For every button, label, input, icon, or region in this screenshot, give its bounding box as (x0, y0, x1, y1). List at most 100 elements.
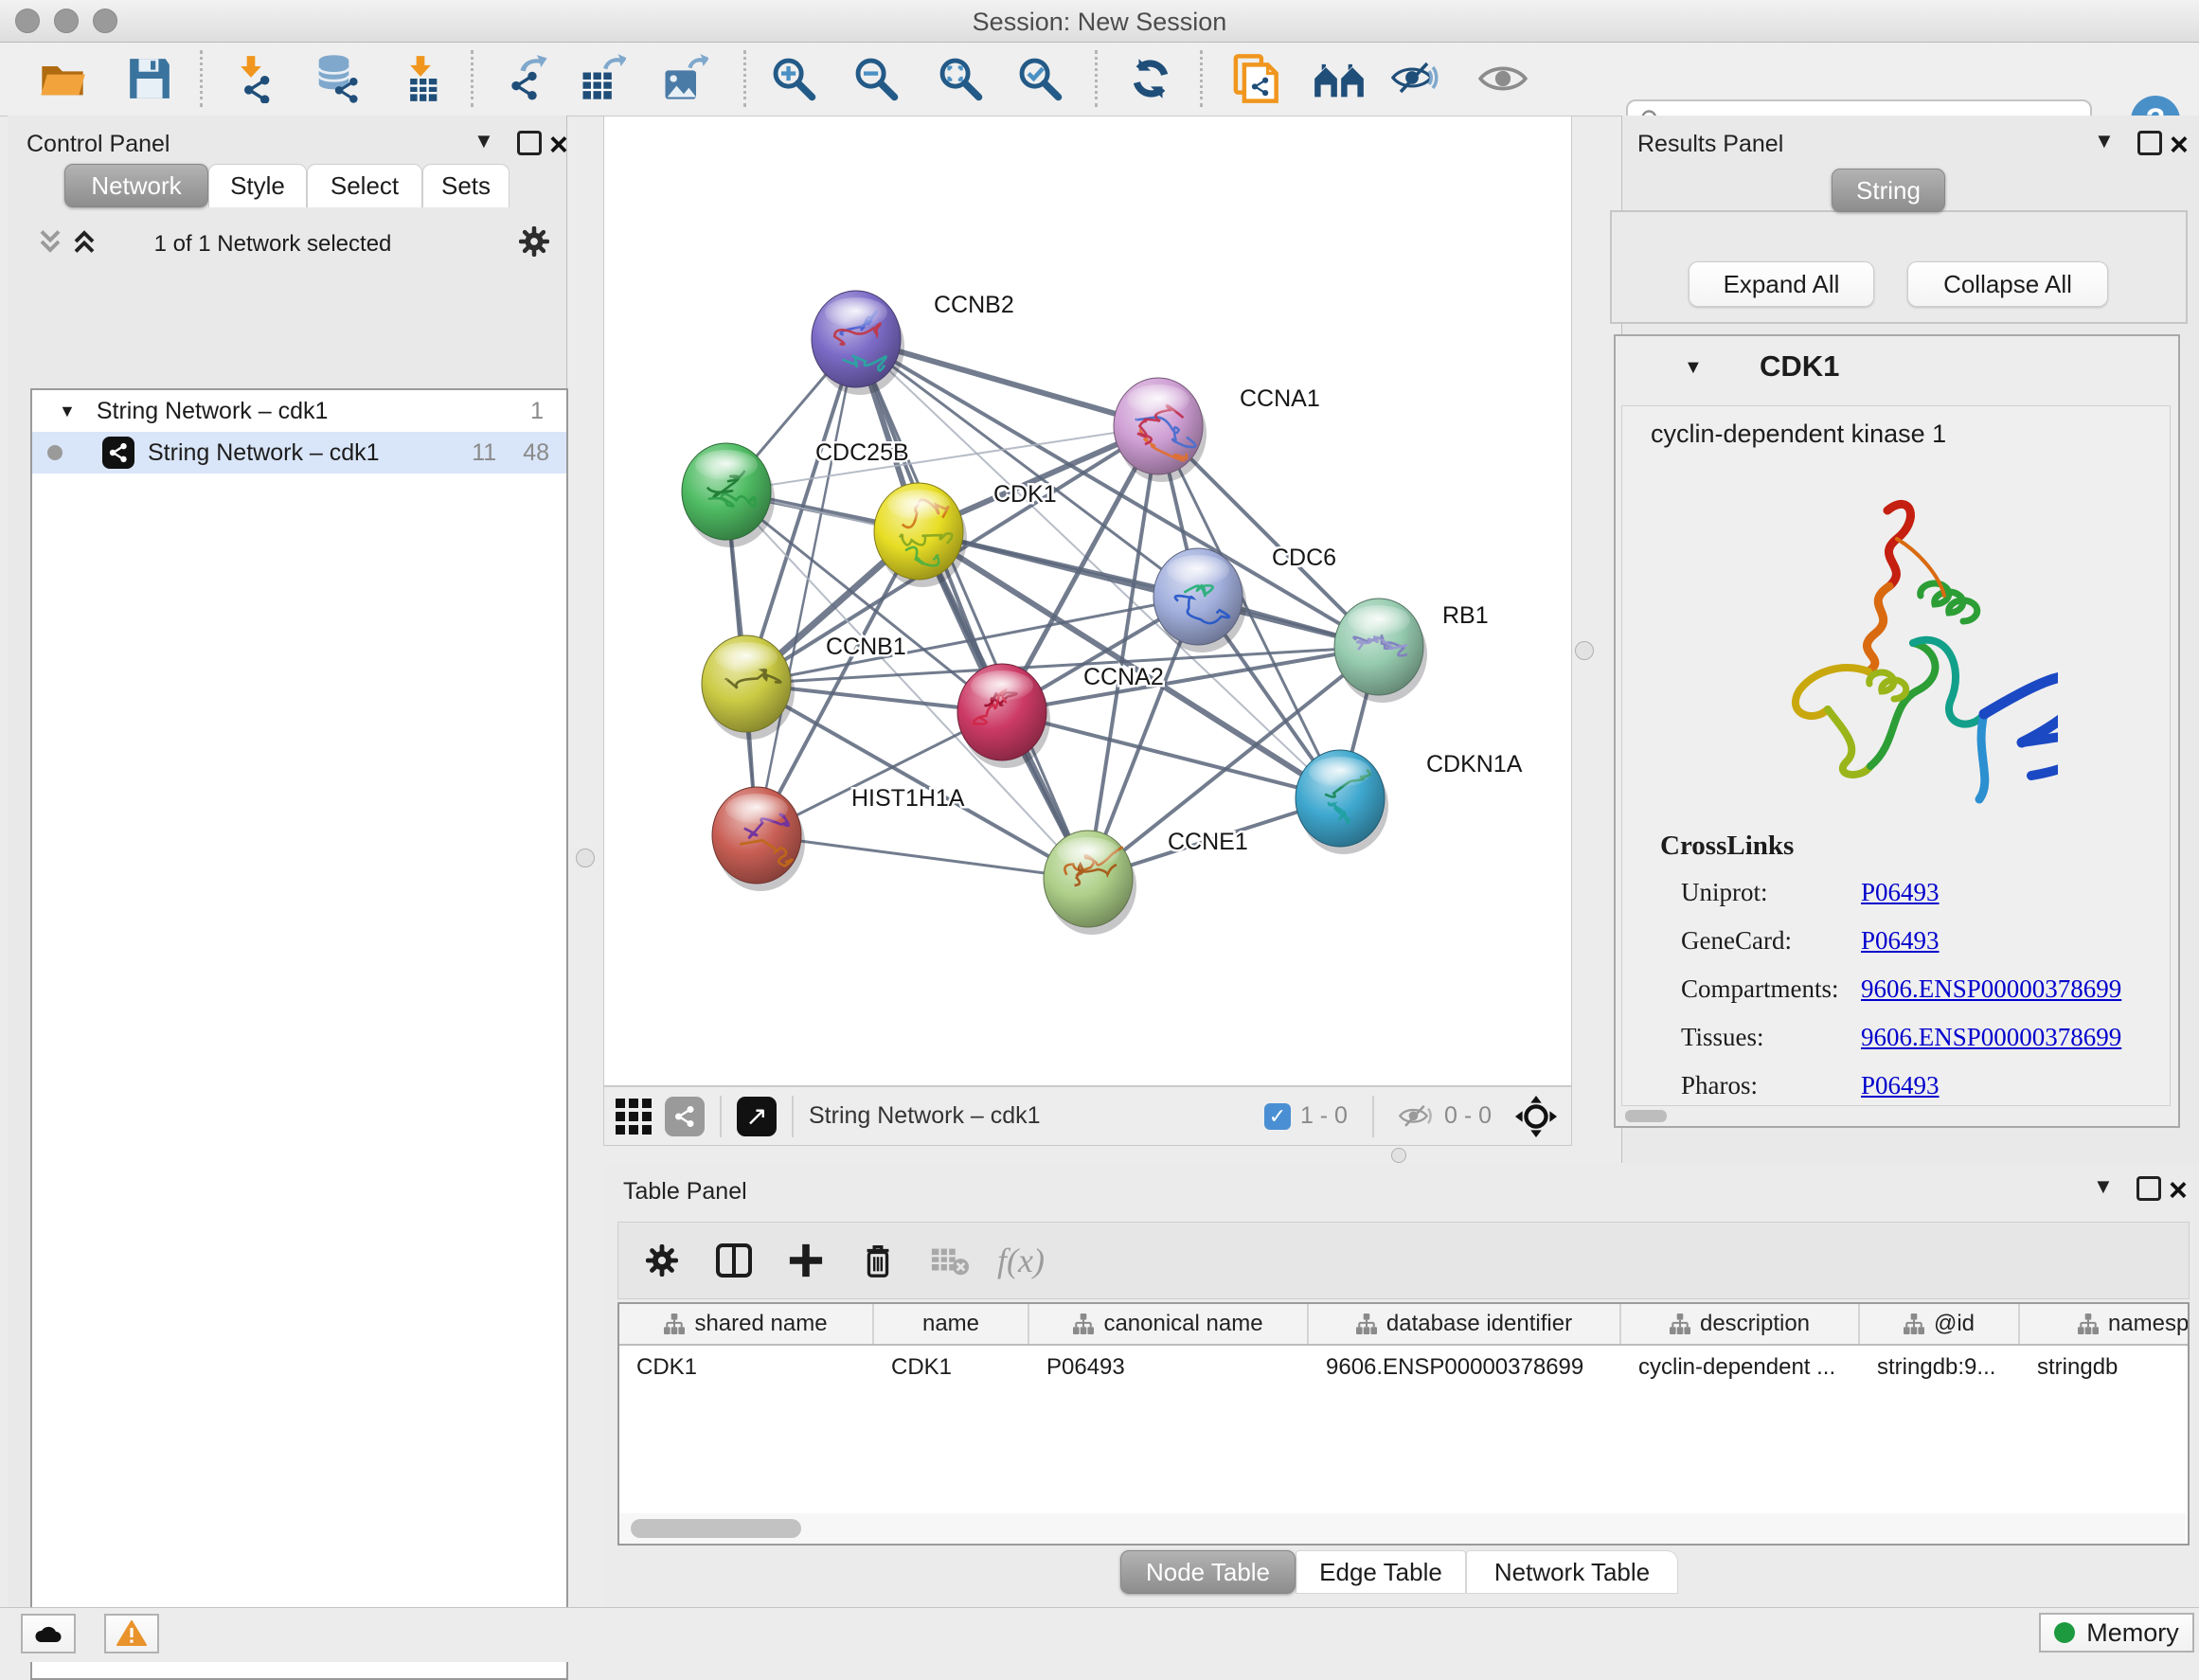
table-row[interactable]: CDK1CDK1P064939606.ENSP00000378699cyclin… (619, 1346, 2190, 1388)
open-session-button[interactable] (36, 52, 89, 105)
network-edge[interactable] (726, 426, 1158, 491)
open-in-string-icon[interactable]: ↗ (737, 1097, 777, 1136)
table-cell[interactable]: P06493 (1029, 1346, 1309, 1388)
network-node[interactable]: CDKN1A (1296, 750, 1523, 854)
zoom-selected-button[interactable] (1013, 52, 1066, 105)
zoom-in-button[interactable] (767, 52, 820, 105)
hide-glass-labels-button[interactable] (1390, 52, 1443, 105)
memory-button[interactable]: Memory (2039, 1613, 2194, 1653)
import-table-button[interactable] (394, 52, 447, 105)
network-collection-row[interactable]: ▼ String Network – cdk1 1 (32, 390, 566, 432)
save-session-button[interactable] (123, 52, 176, 105)
export-network-icon (502, 54, 551, 103)
crosslink-pharos-link[interactable]: P06493 (1861, 1071, 1940, 1100)
crosslink-compartments-link[interactable]: 9606.ENSP00000378699 (1861, 974, 2121, 1004)
tab-string[interactable]: String (1832, 169, 1945, 212)
warnings-button[interactable] (104, 1614, 159, 1653)
table-cell[interactable]: stringdb (2020, 1346, 2190, 1388)
show-columns-button[interactable] (704, 1230, 764, 1291)
collapse-all-button[interactable]: Collapse All (1907, 261, 2108, 307)
right-splitter-handle[interactable] (1575, 641, 1594, 660)
export-table-button[interactable] (575, 52, 628, 105)
table-cell[interactable]: CDK1 (619, 1346, 874, 1388)
zoom-fit-button[interactable] (934, 52, 987, 105)
column-header-shared-name[interactable]: shared name (619, 1304, 874, 1344)
selected-nodes-checkbox-icon[interactable]: ✓ (1264, 1103, 1291, 1130)
export-network-button[interactable] (500, 52, 553, 105)
network-node[interactable]: HIST1H1A (712, 785, 965, 891)
duplicate-network-button[interactable] (1227, 52, 1280, 105)
float-panel-icon[interactable]: ▼ (474, 131, 494, 152)
float-panel-icon[interactable]: ▼ (2094, 131, 2115, 152)
close-panel-icon[interactable]: × (549, 134, 568, 157)
collapse-gene-icon[interactable]: ▼ (1684, 357, 1703, 379)
string-home-button[interactable] (1313, 52, 1366, 105)
import-network-button[interactable] (224, 52, 277, 105)
cloud-status-button[interactable] (21, 1614, 76, 1653)
export-image-button[interactable] (657, 52, 710, 105)
table-horizontal-scrollbar[interactable] (619, 1513, 2186, 1544)
disclosure-triangle-icon[interactable]: ▼ (59, 402, 76, 421)
results-button-box: Expand All Collapse All (1610, 210, 2188, 324)
column-header-database-identifier[interactable]: database identifier (1309, 1304, 1621, 1344)
gene-details: cyclin-dependent kinase 1 CrossLinks Uni… (1621, 405, 2171, 1106)
column-header-canonical-name[interactable]: canonical name (1029, 1304, 1309, 1344)
maximize-panel-icon[interactable] (2136, 1176, 2161, 1201)
crosslink-uniprot-link[interactable]: P06493 (1861, 878, 1940, 907)
node-label: CDC6 (1272, 545, 1336, 571)
show-graphics-details-button[interactable] (1476, 52, 1529, 105)
tab-network[interactable]: Network (64, 164, 208, 207)
table-cell[interactable]: CDK1 (874, 1346, 1029, 1388)
network-row-selected[interactable]: String Network – cdk1 11 48 (32, 432, 566, 474)
network-edge[interactable] (757, 835, 1088, 879)
houses-icon (1313, 52, 1366, 105)
table-cell[interactable]: stringdb:9... (1860, 1346, 2020, 1388)
expand-all-button[interactable]: Expand All (1689, 261, 1874, 307)
scrollbar-thumb[interactable] (631, 1519, 801, 1538)
network-edge[interactable] (757, 339, 856, 835)
control-panel-title: Control Panel (27, 131, 170, 158)
column-header--id[interactable]: @id (1860, 1304, 2020, 1344)
network-node[interactable]: CDC6 (1153, 545, 1336, 652)
network-canvas[interactable]: CCNB2CCNA1CDC25BCDK1CDC6RB1CCNB1CCNA2CDK… (603, 116, 1572, 1086)
tab-network-table[interactable]: Network Table (1466, 1550, 1678, 1594)
network-list-options-button[interactable] (519, 226, 549, 261)
column-header-description[interactable]: description (1621, 1304, 1860, 1344)
table-cell[interactable]: cyclin-dependent ... (1621, 1346, 1860, 1388)
tab-edge-table[interactable]: Edge Table (1296, 1550, 1466, 1594)
column-header-name[interactable]: name (874, 1304, 1029, 1344)
table-options-button[interactable] (632, 1230, 692, 1291)
maximize-panel-icon[interactable] (517, 131, 542, 155)
birds-eye-view-icon[interactable] (616, 1099, 652, 1135)
close-panel-icon[interactable]: × (2170, 134, 2189, 157)
bottom-splitter-handle[interactable] (1391, 1148, 1406, 1163)
expand-all-networks-button[interactable] (70, 227, 98, 260)
table-cell[interactable]: 9606.ENSP00000378699 (1309, 1346, 1621, 1388)
crosslink-tissues-link[interactable]: 9606.ENSP00000378699 (1861, 1023, 2121, 1052)
crosslink-genecard-link[interactable]: P06493 (1861, 926, 1940, 956)
network-node[interactable]: CDK1 (874, 481, 1057, 587)
zoom-out-button[interactable] (849, 52, 903, 105)
left-splitter-handle[interactable] (576, 849, 595, 867)
apply-layout-button[interactable] (1124, 52, 1177, 105)
delete-column-button[interactable] (848, 1230, 908, 1291)
fit-selected-crosshair-icon[interactable] (1514, 1095, 1558, 1138)
network-node[interactable]: CCNE1 (1044, 829, 1248, 935)
close-panel-icon[interactable]: × (2169, 1180, 2188, 1203)
column-header-namespace[interactable]: namespace (2020, 1304, 2190, 1344)
results-scrollbar-thumb[interactable] (1625, 1110, 1667, 1122)
create-column-button[interactable] (776, 1230, 836, 1291)
maximize-panel-icon[interactable] (2137, 131, 2162, 155)
tab-style[interactable]: Style (208, 164, 307, 207)
network-node[interactable]: CCNA1 (1114, 378, 1320, 482)
network-graph[interactable]: CCNB2CCNA1CDC25BCDK1CDC6RB1CCNB1CCNA2CDK… (604, 116, 1569, 1083)
tab-node-table[interactable]: Node Table (1120, 1550, 1296, 1594)
tab-select[interactable]: Select (307, 164, 422, 207)
float-panel-icon[interactable]: ▼ (2093, 1176, 2114, 1197)
tab-sets[interactable]: Sets (422, 164, 510, 207)
import-network-from-database-button[interactable] (312, 52, 365, 105)
network-node[interactable]: CCNB2 (812, 291, 1014, 395)
network-type-badge-icon[interactable] (665, 1097, 705, 1136)
collapse-all-networks-button[interactable] (36, 227, 64, 260)
network-node[interactable]: RB1 (1334, 599, 1489, 703)
